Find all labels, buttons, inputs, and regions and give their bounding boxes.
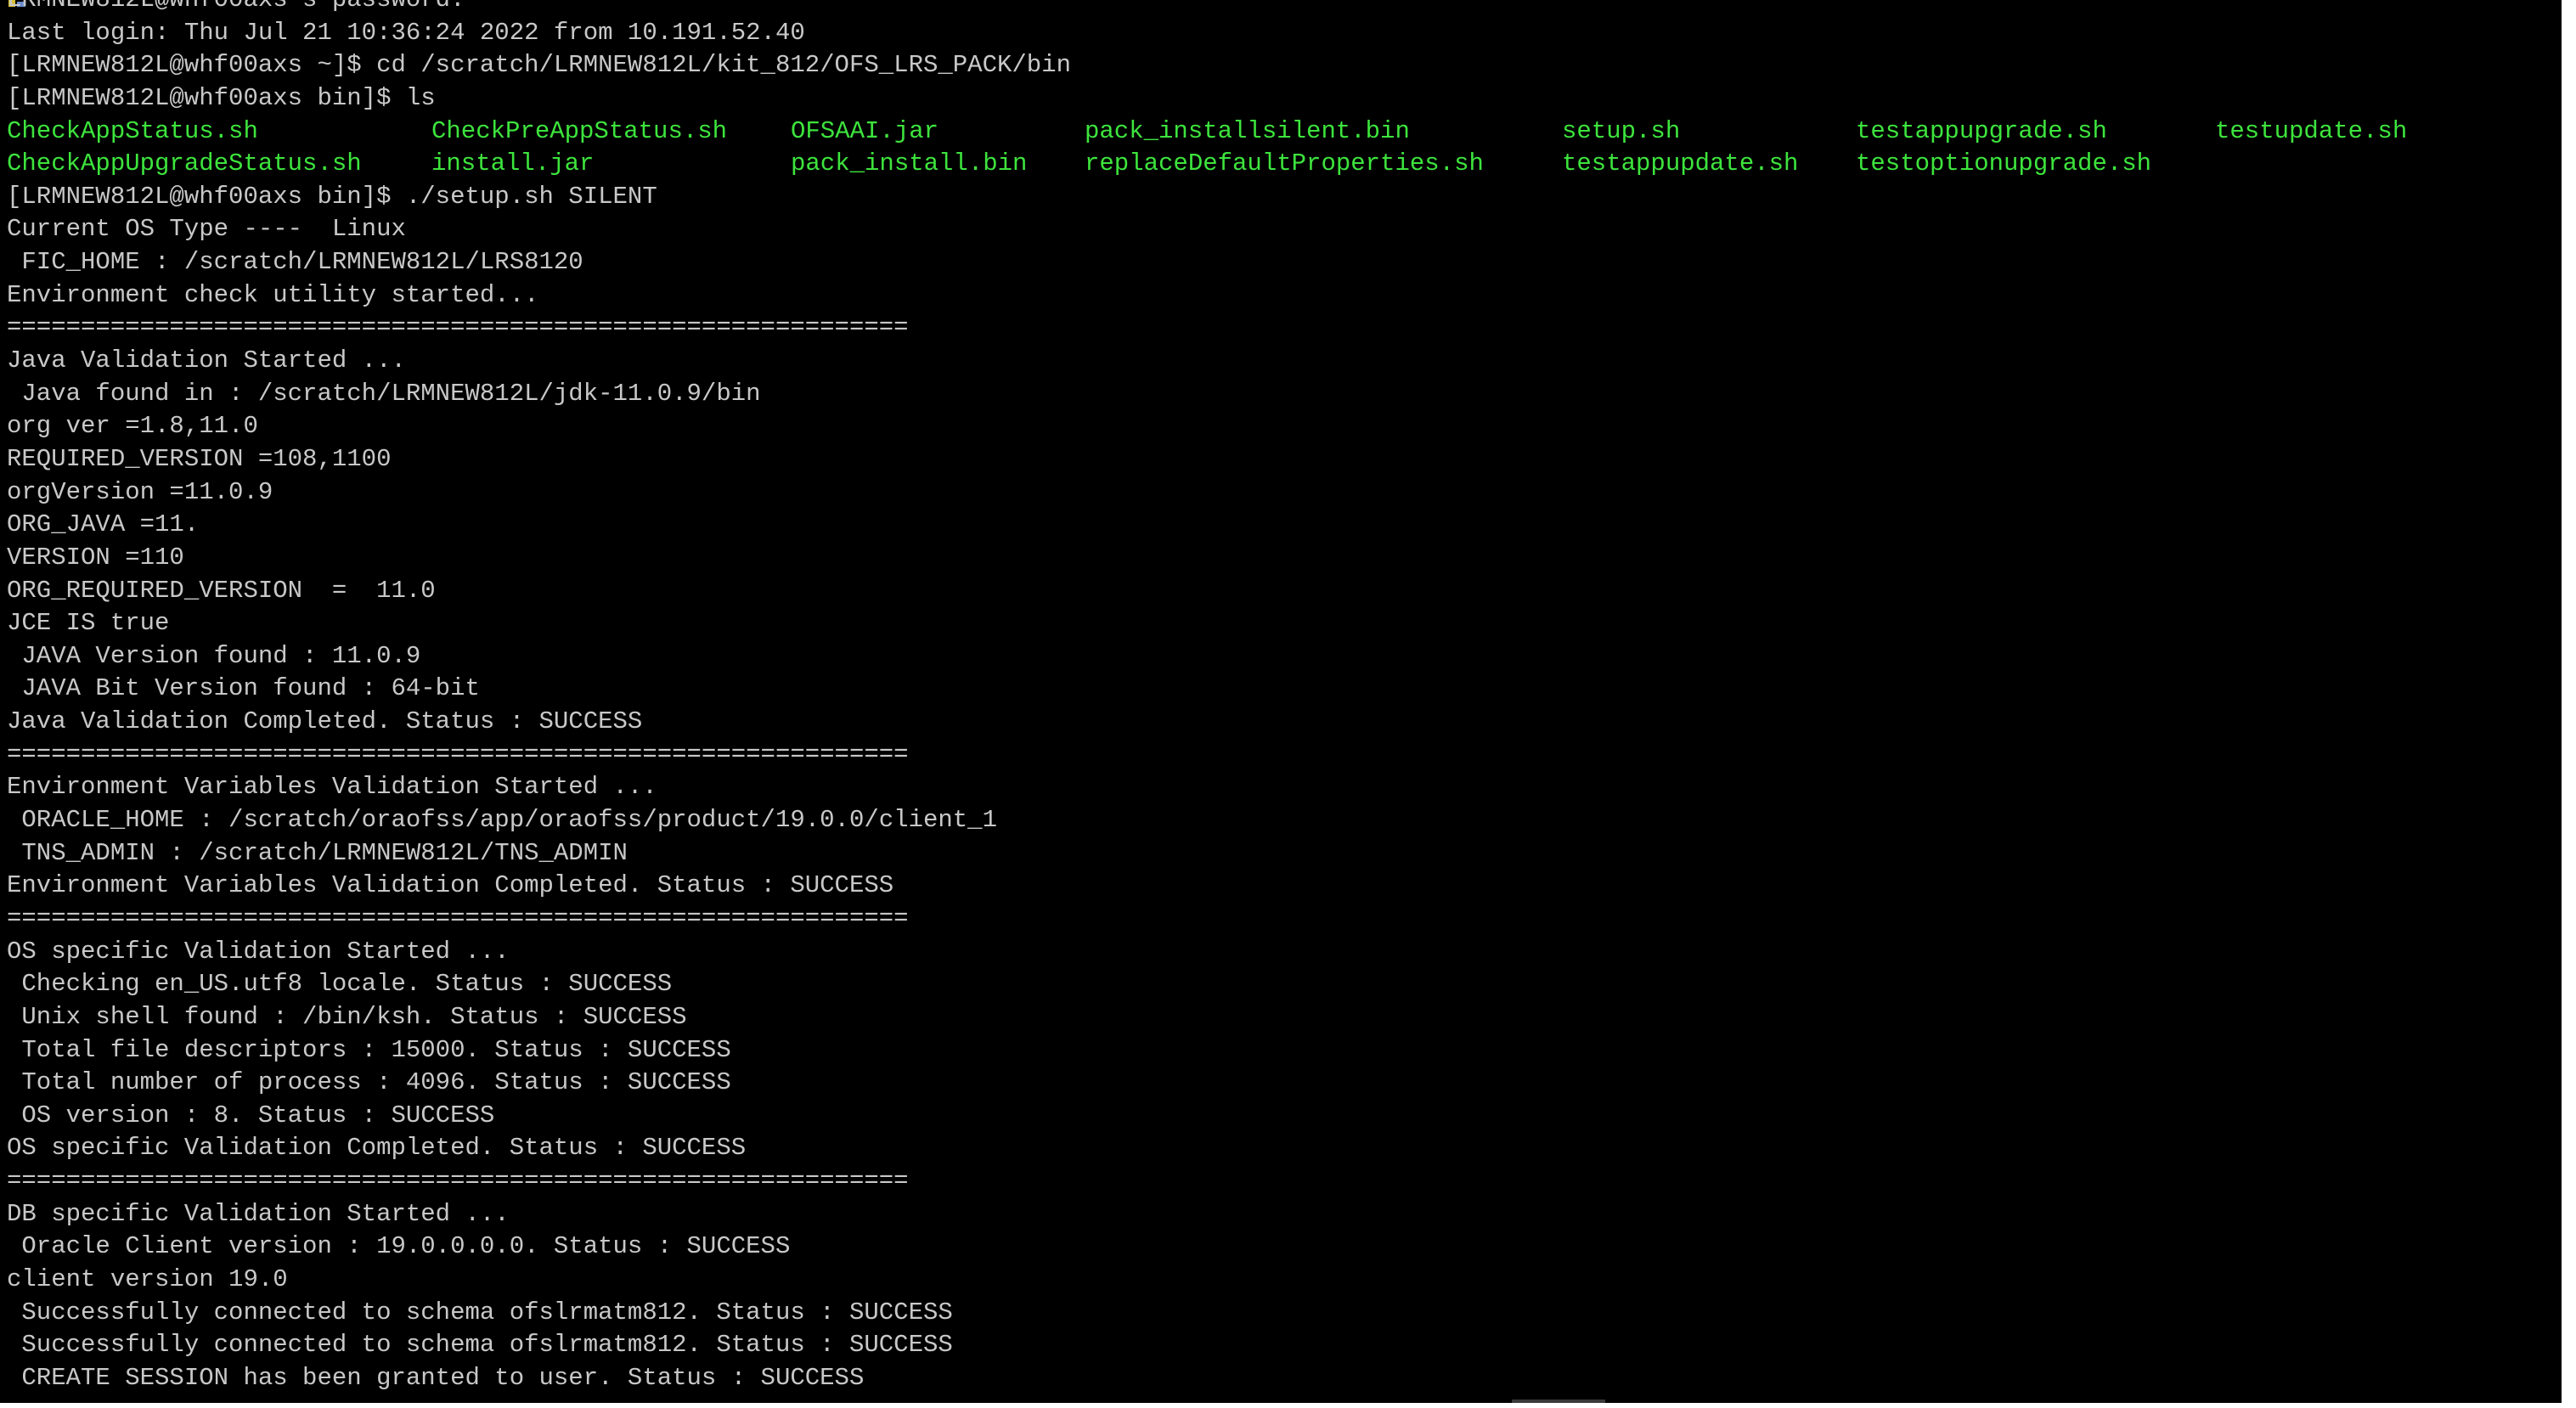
executable-file: pack_install.bin xyxy=(791,149,1028,178)
terminal-line: Last login: Thu Jul 21 10:36:24 2022 fro… xyxy=(7,18,805,47)
terminal-line: CREATE SESSION has been granted to user.… xyxy=(7,1363,865,1392)
terminal-output: LRMNEW812L@whf00axs's password: Last log… xyxy=(7,0,2407,1395)
terminal-line: [LRMNEW812L@whf00axs bin]$ ./setup.sh SI… xyxy=(7,182,657,211)
terminal-line: DB specific Validation Started ... xyxy=(7,1199,510,1228)
executable-file: CheckAppUpgradeStatus.sh xyxy=(7,149,362,178)
terminal-line: Environment Variables Validation Started… xyxy=(7,773,657,802)
executable-file: OFSAAI.jar xyxy=(791,116,939,145)
executable-file: testupdate.sh xyxy=(2215,116,2408,145)
terminal-line: ORACLE_HOME : /scratch/oraofss/app/oraof… xyxy=(7,806,997,835)
terminal-line: [LRMNEW812L@whf00axs bin]$ ls xyxy=(7,83,436,112)
terminal-line: JCE IS true xyxy=(7,609,170,638)
ls-output-row: CheckAppUpgradeStatus.sh install.jar pac… xyxy=(7,148,2151,181)
executable-file: testoptionupgrade.sh xyxy=(1856,149,2152,178)
terminal-line: Java Validation Started ... xyxy=(7,346,406,375)
terminal-line: JAVA Bit Version found : 64-bit xyxy=(7,674,480,703)
terminal-line: orgVersion =11.0.9 xyxy=(7,477,273,506)
terminal-line: Successfully connected to schema ofslrma… xyxy=(7,1331,953,1360)
executable-file: replaceDefaultProperties.sh xyxy=(1085,149,1484,178)
terminal-line: VERSION =110 xyxy=(7,543,184,572)
terminal-window[interactable]: LRMNEW812L@whf00axs's password: Last log… xyxy=(0,0,2562,1403)
terminal-line: org ver =1.8,11.0 xyxy=(7,412,258,441)
terminal-line: OS specific Validation Completed. Status… xyxy=(7,1134,747,1163)
separator-line: ========================================… xyxy=(7,740,909,769)
terminal-line: OS specific Validation Started ... xyxy=(7,937,510,966)
executable-file: CheckAppStatus.sh xyxy=(7,116,258,145)
terminal-line: OS version : 8. Status : SUCCESS xyxy=(7,1101,495,1129)
terminal-line: REQUIRED_VERSION =108,1100 xyxy=(7,444,392,473)
terminal-line: FIC_HOME : /scratch/LRMNEW812L/LRS8120 xyxy=(7,248,583,277)
terminal-line: client version 19.0 xyxy=(7,1264,288,1293)
terminal-line: Environment Variables Validation Complet… xyxy=(7,871,894,900)
terminal-line: ORG_REQUIRED_VERSION = 11.0 xyxy=(7,576,436,605)
separator-line: ========================================… xyxy=(7,904,909,932)
terminal-line: Unix shell found : /bin/ksh. Status : SU… xyxy=(7,1002,687,1031)
vertical-scrollbar[interactable] xyxy=(2562,0,2576,1403)
terminal-line: [LRMNEW812L@whf00axs ~]$ cd /scratch/LRM… xyxy=(7,51,1072,80)
executable-file: testappupdate.sh xyxy=(1562,149,1799,178)
ls-output-row: CheckAppStatus.sh CheckPreAppStatus.sh O… xyxy=(7,115,2407,149)
executable-file: pack_installsilent.bin xyxy=(1085,116,1410,145)
terminal-line: TNS_ADMIN : /scratch/LRMNEW812L/TNS_ADMI… xyxy=(7,838,628,867)
terminal-line: Successfully connected to schema ofslrma… xyxy=(7,1298,953,1326)
terminal-line: Java Validation Completed. Status : SUCC… xyxy=(7,707,643,736)
executable-file: setup.sh xyxy=(1562,116,1681,145)
executable-file: CheckPreAppStatus.sh xyxy=(431,116,728,145)
terminal-line: Java found in : /scratch/LRMNEW812L/jdk-… xyxy=(7,379,761,408)
terminal-line: Oracle Client version : 19.0.0.0.0. Stat… xyxy=(7,1232,791,1261)
terminal-line: JAVA Version found : 11.0.9 xyxy=(7,641,421,670)
terminal-line: Total file descriptors : 15000. Status :… xyxy=(7,1035,731,1064)
executable-file: install.jar xyxy=(431,149,595,178)
terminal-line: Current OS Type ---- Linux xyxy=(7,215,406,244)
horizontal-scrollbar-thumb[interactable] xyxy=(1512,1400,1605,1403)
terminal-line: Total number of process : 4096. Status :… xyxy=(7,1068,731,1097)
terminal-line: Checking en_US.utf8 locale. Status : SUC… xyxy=(7,970,673,999)
terminal-line: Environment check utility started... xyxy=(7,280,539,309)
executable-file: testappupgrade.sh xyxy=(1856,116,2107,145)
separator-line: ========================================… xyxy=(7,313,909,342)
terminal-line-password-prompt: LRMNEW812L@whf00axs's password: xyxy=(7,0,1071,17)
terminal-line: ORG_JAVA =11. xyxy=(7,510,200,539)
separator-line: ========================================… xyxy=(7,1167,909,1196)
